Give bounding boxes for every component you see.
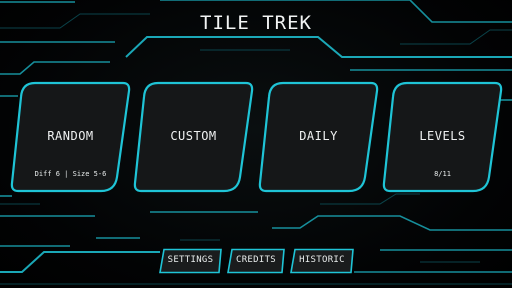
credits-button[interactable]: CREDITS [226, 248, 286, 274]
settings-button-label: SETTINGS [167, 255, 214, 265]
settings-button[interactable]: SETTINGS [158, 248, 223, 274]
mode-card-label: RANDOM [47, 129, 94, 143]
mode-card-custom[interactable]: CUSTOM [132, 81, 255, 193]
main-menu-screen: TILE TREK RANDOM Diff 6 | Size 5-6 CUSTO… [0, 0, 512, 288]
historic-button-label: HISTORIC [299, 255, 345, 265]
mode-card-levels[interactable]: LEVELS 8/11 [381, 81, 504, 193]
mode-card-label: DAILY [299, 129, 338, 143]
credits-button-label: CREDITS [235, 255, 277, 265]
mode-card-subtitle: 8/11 [434, 170, 451, 178]
game-title: TILE TREK [200, 12, 312, 34]
mode-card-subtitle: Diff 6 | Size 5-6 [34, 170, 107, 178]
mode-card-label: CUSTOM [170, 129, 217, 143]
mode-card-daily[interactable]: DAILY [257, 81, 380, 193]
mode-card-random[interactable]: RANDOM Diff 6 | Size 5-6 [9, 81, 132, 193]
mode-card-label: LEVELS [419, 129, 466, 143]
historic-button[interactable]: HISTORIC [289, 248, 355, 274]
